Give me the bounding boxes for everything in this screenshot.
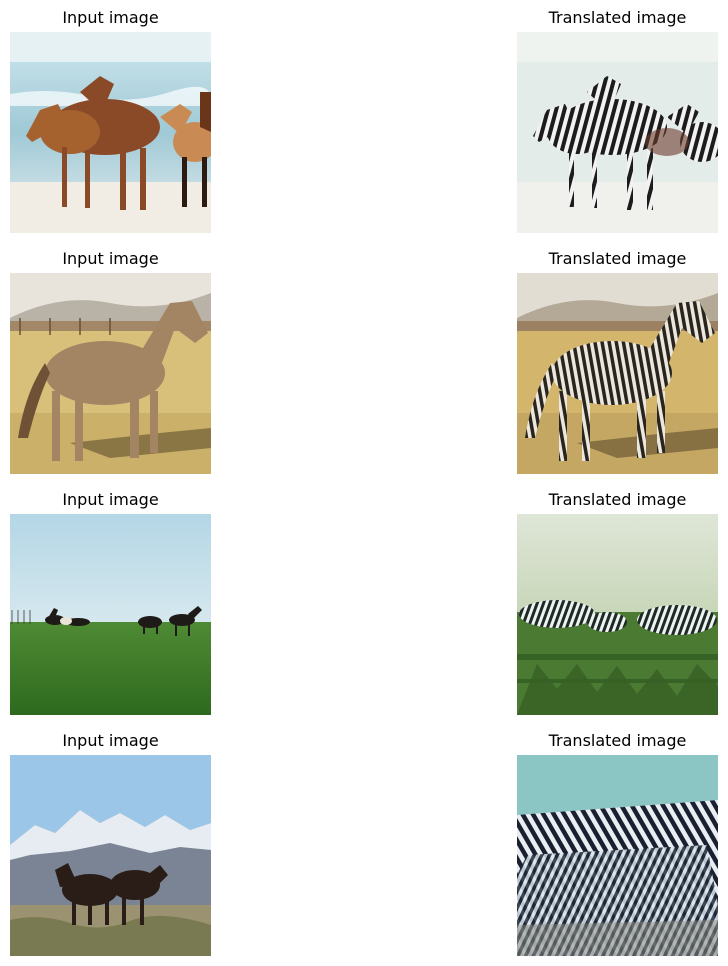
translated-photo-field-zebra	[517, 273, 718, 474]
panel-title: Input image	[62, 490, 159, 509]
translated-photo-beach-zebras	[517, 32, 718, 233]
input-photo-mountain-horses	[10, 755, 211, 956]
beach-horses-picture	[10, 32, 211, 233]
panel-title: Input image	[62, 731, 159, 750]
meadow-horses-picture	[10, 514, 211, 715]
field-horse-picture	[10, 273, 211, 474]
panel-title: Translated image	[548, 490, 687, 509]
translated-photo-meadow-zebras	[517, 514, 718, 715]
panel-title: Input image	[62, 8, 159, 27]
meadow-zebras-picture	[517, 514, 718, 715]
input-photo-meadow-horses	[10, 514, 211, 715]
panel-title: Translated image	[548, 731, 687, 750]
field-zebra-picture	[517, 273, 718, 474]
image-translation-figure: Input image Translated image Input image…	[0, 0, 728, 966]
panel-title: Translated image	[548, 8, 687, 27]
mountain-zebras-picture	[517, 755, 718, 956]
beach-zebras-picture	[517, 32, 718, 233]
panel-title: Input image	[62, 249, 159, 268]
mountain-horses-picture	[10, 755, 211, 956]
input-photo-beach-horses	[10, 32, 211, 233]
panel-title: Translated image	[548, 249, 687, 268]
translated-photo-mountain-zebras	[517, 755, 718, 956]
input-photo-field-horse	[10, 273, 211, 474]
